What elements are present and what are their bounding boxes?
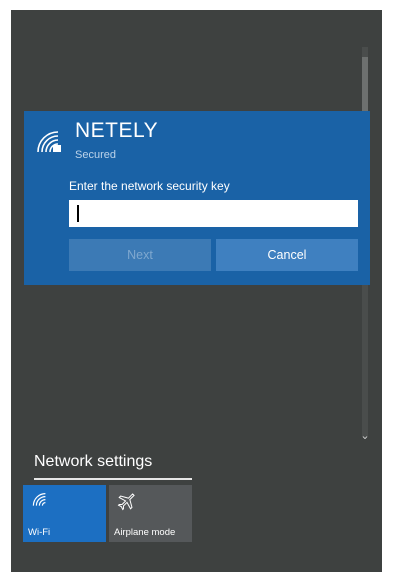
network-flyout: ⌄ NETELY Secured Enter the network secur… [11,10,382,572]
wifi-secured-icon [37,131,61,153]
airplane-mode-quick-action[interactable]: Airplane mode [109,485,192,542]
airplane-mode-label: Airplane mode [114,527,176,538]
security-key-input[interactable] [69,200,358,227]
airplane-icon [117,493,135,511]
network-status: Secured [75,149,116,161]
network-settings-underline [34,478,192,480]
network-settings-link[interactable]: Network settings [34,453,152,471]
cancel-button[interactable]: Cancel [216,239,358,271]
wifi-icon [32,493,46,506]
wifi-quick-action[interactable]: Wi-Fi [23,485,106,542]
next-button[interactable]: Next [69,239,211,271]
security-key-label: Enter the network security key [69,179,230,193]
wifi-label: Wi-Fi [28,527,51,538]
scroll-down-chevron-icon[interactable]: ⌄ [356,428,374,444]
network-name: NETELY [75,119,159,142]
text-caret [77,205,79,222]
network-connect-card: NETELY Secured Enter the network securit… [24,111,370,285]
